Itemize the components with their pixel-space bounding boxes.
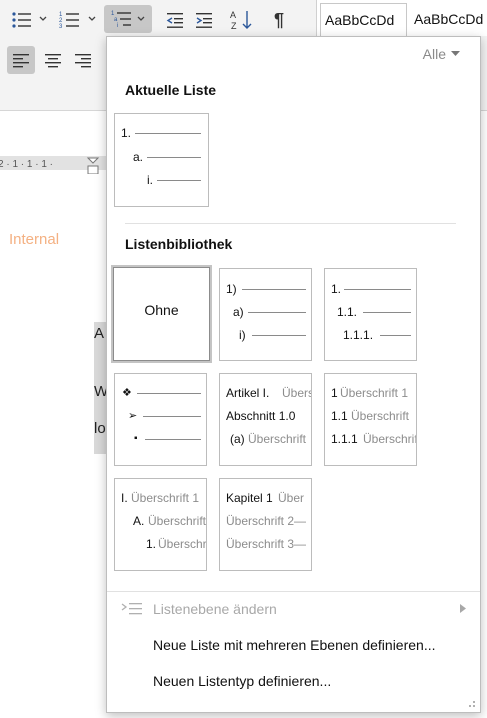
style-normal[interactable]: AaBbCcDd bbox=[320, 3, 407, 37]
svg-text:A: A bbox=[230, 10, 236, 20]
change-list-level-item[interactable]: Listenebene ändern bbox=[107, 594, 480, 624]
define-new-multilevel-list-label: Neue Liste mit mehreren Ebenen definiere… bbox=[153, 637, 436, 653]
numbering-button[interactable]: 1 2 3 bbox=[56, 8, 84, 32]
ruler-ticks: 2 · 1 · 1 · 1 · bbox=[0, 157, 100, 174]
bullets-button[interactable] bbox=[8, 8, 36, 32]
list-tile-chapter[interactable]: Kapitel 1 Über Überschrift 2— Überschrift… bbox=[219, 478, 312, 571]
align-right-icon bbox=[75, 54, 91, 68]
align-center-icon bbox=[45, 54, 61, 68]
multilevel-list-icon: 1 a i bbox=[111, 11, 131, 29]
multilevel-list-button[interactable]: 1 a i bbox=[104, 5, 152, 33]
define-new-multilevel-list-item[interactable]: Neue Liste mit mehreren Ebenen definiere… bbox=[107, 630, 480, 660]
current-list-tile[interactable]: 1. a. i. bbox=[114, 113, 209, 207]
list-tile-article[interactable]: Artikel I. Übers Abschnitt 1.0 (a) Übersch… bbox=[219, 373, 312, 466]
sort-icon: A Z bbox=[230, 10, 252, 31]
style-preview-label: AaBbCcDd bbox=[325, 12, 395, 28]
define-new-list-style-item[interactable]: Neuen Listentyp definieren... bbox=[107, 666, 480, 696]
show-formatting-button[interactable]: ¶ bbox=[266, 8, 292, 32]
show-formatting-icon: ¶ bbox=[273, 9, 284, 30]
chevron-down-icon[interactable] bbox=[88, 16, 96, 22]
increase-indent-button[interactable] bbox=[191, 8, 217, 32]
numbering-icon: 1 2 3 bbox=[59, 12, 79, 30]
svg-text:2 · 1 · 1 · 1 ·: 2 · 1 · 1 · 1 · bbox=[0, 159, 53, 170]
svg-text:i: i bbox=[117, 23, 118, 29]
document-label-internal: Internal bbox=[9, 231, 60, 248]
increase-indent-icon bbox=[196, 13, 212, 28]
chevron-down-icon bbox=[137, 16, 145, 21]
submenu-arrow-icon bbox=[460, 604, 466, 613]
align-left-icon bbox=[13, 54, 29, 68]
list-none-label: Ohne bbox=[144, 302, 179, 318]
current-list-heading: Aktuelle Liste bbox=[125, 82, 217, 98]
list-none-tile[interactable]: Ohne bbox=[111, 265, 212, 363]
align-center-button[interactable] bbox=[40, 48, 66, 72]
bullets-icon bbox=[12, 12, 31, 28]
change-list-level-label: Listenebene ändern bbox=[153, 601, 277, 617]
list-tile-heading-decimal[interactable]: 1 Überschrift 1 1.1 Überschrift 1.1.1 Übers… bbox=[324, 373, 417, 466]
style-preview-label: AaBbCcDd bbox=[414, 11, 484, 27]
list-library-heading: Listenbibliothek bbox=[125, 236, 233, 252]
decrease-indent-icon bbox=[166, 13, 183, 28]
list-tile-paren[interactable]: 1) a) i) bbox=[219, 268, 312, 361]
list-tile-heading-roman[interactable]: I. Überschrift 1 A. Überschrift 1. Überschr… bbox=[114, 478, 207, 571]
style-gallery: AaBbCcDd AaBbCcDd bbox=[316, 0, 487, 37]
define-new-list-style-label: Neuen Listentyp definieren... bbox=[153, 673, 332, 689]
change-list-level-icon bbox=[121, 603, 142, 615]
list-tile-decimal[interactable]: 1. 1.1. 1.1.1. bbox=[324, 268, 417, 361]
svg-text:3: 3 bbox=[59, 24, 63, 30]
decrease-indent-button[interactable] bbox=[162, 8, 188, 32]
chevron-down-icon[interactable] bbox=[39, 16, 47, 22]
svg-text:Z: Z bbox=[231, 21, 237, 31]
caret-down-icon bbox=[451, 51, 460, 56]
list-tile-bullets[interactable]: ❖ ➢ ▪ bbox=[114, 373, 207, 466]
list-filter-label: Alle bbox=[422, 46, 446, 62]
list-filter-dropdown[interactable]: Alle bbox=[423, 46, 460, 62]
align-left-button[interactable] bbox=[7, 46, 35, 74]
style-no-spacing[interactable]: AaBbCcDd bbox=[410, 3, 487, 35]
resize-grip-icon[interactable] bbox=[466, 698, 476, 708]
align-right-button[interactable] bbox=[70, 48, 96, 72]
sort-button[interactable]: A Z bbox=[228, 8, 256, 32]
multilevel-list-dropdown: Alle Aktuelle Liste 1. a. i. Listenbibli… bbox=[106, 36, 481, 713]
